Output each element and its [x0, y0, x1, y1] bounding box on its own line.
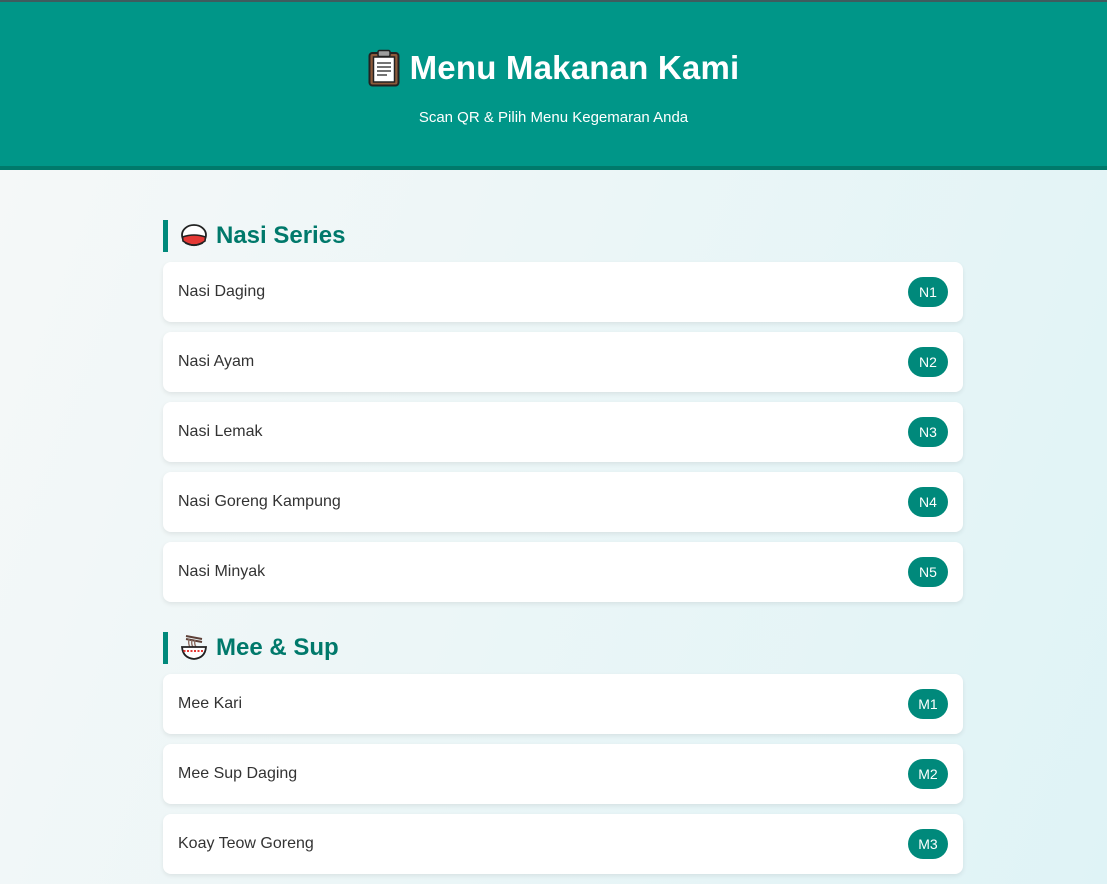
menu-item[interactable]: Nasi Minyak N5: [163, 542, 963, 602]
section-heading: Nasi Series: [163, 220, 963, 252]
menu-code-badge: N5: [908, 557, 948, 587]
section-nasi-series: Nasi Series Nasi Daging N1 Nasi Ayam N2 …: [163, 220, 963, 602]
menu-item[interactable]: Nasi Goreng Kampung N4: [163, 472, 963, 532]
menu-item-name: Nasi Ayam: [178, 353, 255, 370]
menu-item-name: Nasi Daging: [178, 283, 266, 300]
menu-item-name: Nasi Minyak: [178, 563, 266, 580]
menu-item[interactable]: Mee Kari M1: [163, 674, 963, 734]
page-header: Menu Makanan Kami Scan QR & Pilih Menu K…: [0, 2, 1107, 170]
menu-item[interactable]: Koay Teow Goreng M3: [163, 814, 963, 874]
menu-code-badge: M2: [908, 759, 948, 789]
page-subtitle: Scan QR & Pilih Menu Kegemaran Anda: [418, 109, 689, 126]
page-title: Menu Makanan Kami: [409, 49, 740, 86]
menu-item-name: Nasi Lemak: [178, 423, 263, 440]
menu-item-name: Mee Kari: [178, 695, 243, 712]
rice-bowl-icon: [180, 222, 208, 250]
menu-code-badge: N4: [908, 487, 948, 517]
menu-code-badge: M3: [908, 829, 948, 859]
menu-item-name: Koay Teow Goreng: [178, 835, 314, 852]
menu-content: Nasi Series Nasi Daging N1 Nasi Ayam N2 …: [163, 220, 963, 884]
menu-item[interactable]: Nasi Ayam N2: [163, 332, 963, 392]
noodle-bowl-icon: [180, 634, 208, 662]
menu-code-badge: N3: [908, 417, 948, 447]
menu-item[interactable]: Nasi Daging N1: [163, 262, 963, 322]
menu-code-badge: M1: [908, 689, 948, 719]
page-title-row: Menu Makanan Kami: [0, 46, 1107, 90]
menu-item[interactable]: Mee Sup Daging M2: [163, 744, 963, 804]
menu-item-name: Mee Sup Daging: [178, 765, 298, 782]
menu-code-badge: N1: [908, 277, 948, 307]
menu-code-badge: N2: [908, 347, 948, 377]
section-mee-sup: Mee & Sup Mee Kari M1 Mee Sup Daging M2 …: [163, 632, 963, 874]
section-title: Nasi Series: [216, 222, 346, 249]
menu-item-name: Nasi Goreng Kampung: [178, 493, 341, 510]
section-title: Mee & Sup: [216, 634, 339, 661]
menu-item[interactable]: Nasi Lemak N3: [163, 402, 963, 462]
section-heading: Mee & Sup: [163, 632, 963, 664]
clipboard-icon: [368, 49, 400, 87]
